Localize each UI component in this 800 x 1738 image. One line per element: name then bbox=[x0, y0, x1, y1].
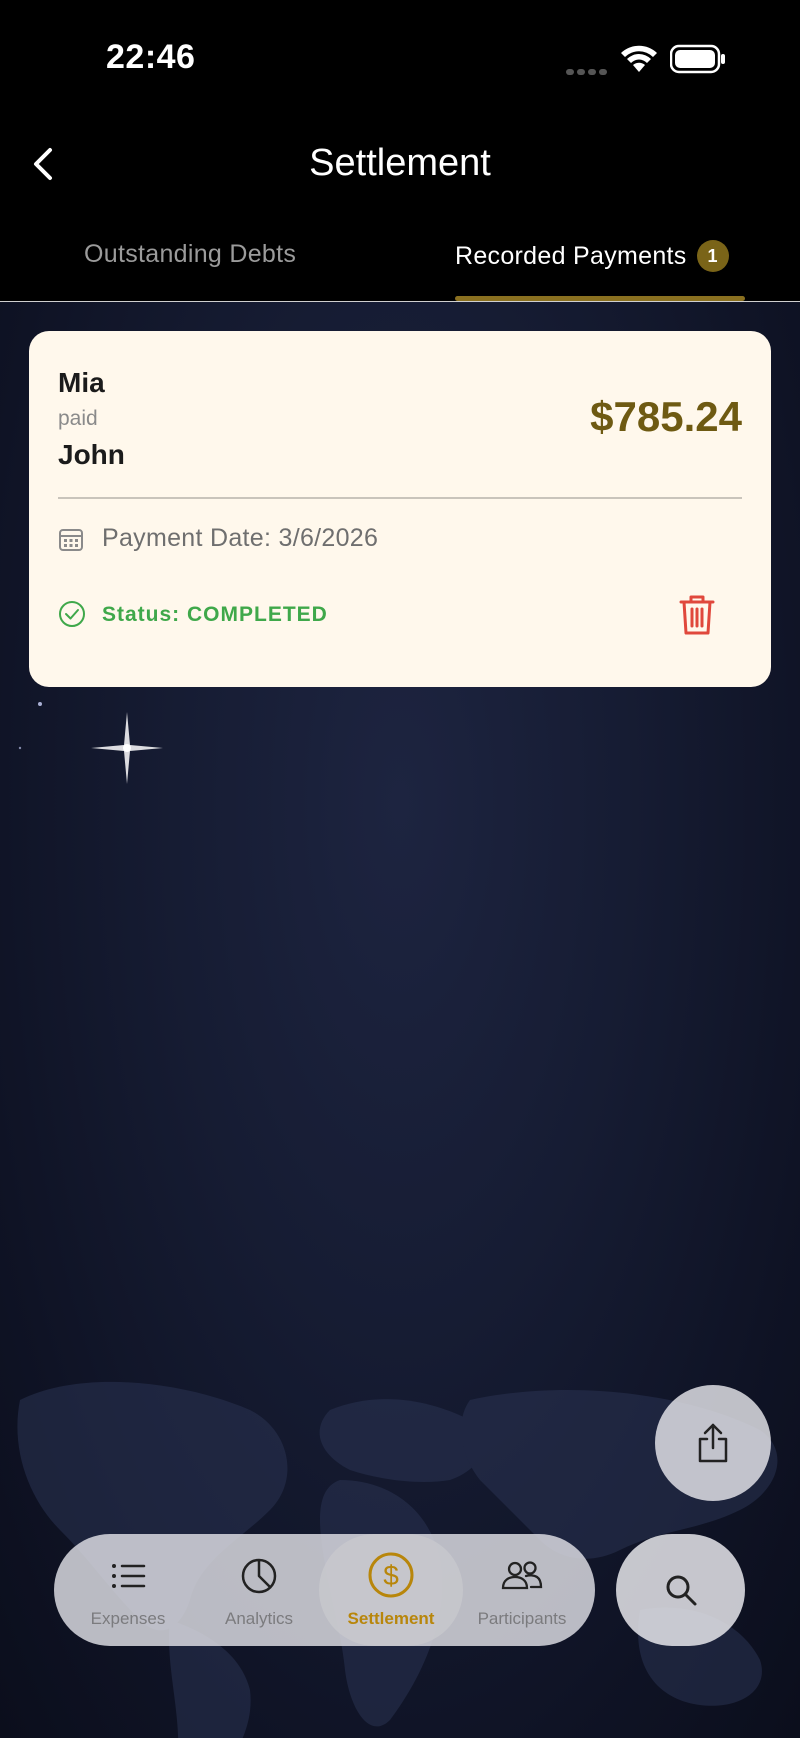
status-time: 22:46 bbox=[106, 38, 196, 76]
payment-amount: $785.24 bbox=[590, 393, 742, 440]
list-icon bbox=[112, 1564, 146, 1588]
payment-date: Payment Date: 3/6/2026 bbox=[102, 524, 379, 552]
trash-icon[interactable] bbox=[677, 593, 717, 637]
tab-label: Expenses bbox=[90, 1609, 166, 1628]
sparkle-star bbox=[91, 712, 163, 784]
tab-analytics[interactable]: Analytics bbox=[194, 1534, 324, 1646]
tab-participants[interactable]: Participants bbox=[454, 1534, 590, 1646]
tab-expenses[interactable]: Expenses bbox=[63, 1534, 193, 1646]
paid-label: paid bbox=[58, 407, 98, 430]
payer-name: Mia bbox=[58, 367, 105, 398]
tab-settlement[interactable]: $ Settlement bbox=[319, 1534, 463, 1646]
page-title: Settlement bbox=[309, 142, 491, 184]
status-badge: Status: COMPLETED bbox=[102, 603, 328, 626]
bottom-tab-bar: Expenses Analytics $ Settlement Particip… bbox=[54, 1534, 595, 1646]
svg-text:$: $ bbox=[383, 1560, 399, 1591]
navigation-bar: Settlement bbox=[0, 110, 800, 210]
tab-outstanding-debts[interactable]: Outstanding Debts bbox=[84, 240, 296, 269]
tab-recorded-payments[interactable]: Recorded Payments 1 bbox=[455, 240, 729, 272]
payee-name: John bbox=[58, 439, 125, 470]
card-divider bbox=[58, 497, 742, 499]
people-icon bbox=[501, 1561, 543, 1590]
cellular-signal-icon bbox=[566, 62, 610, 80]
segment-tabs: Outstanding Debts Recorded Payments 1 bbox=[0, 210, 800, 302]
tab-label: Participants bbox=[477, 1609, 567, 1628]
status-bar: 22:46 bbox=[0, 0, 800, 110]
search-icon bbox=[666, 1575, 696, 1606]
count-badge: 1 bbox=[696, 240, 729, 272]
calendar-icon bbox=[59, 529, 83, 551]
check-circle-icon bbox=[59, 601, 85, 627]
share-button[interactable] bbox=[655, 1385, 771, 1501]
tab-label: Settlement bbox=[347, 1609, 435, 1628]
payment-card[interactable]: Mia paid John $785.24 Payment Date: 3/6/… bbox=[29, 331, 771, 687]
dollar-circle-icon: $ bbox=[368, 1552, 414, 1598]
app-screen: 22:46 Settlement Outstanding Debts Recor… bbox=[0, 0, 800, 1738]
tab-label: Analytics bbox=[224, 1609, 294, 1628]
tab-recorded-label: Recorded Payments bbox=[455, 242, 687, 270]
wifi-icon bbox=[621, 45, 657, 72]
search-button[interactable] bbox=[616, 1534, 745, 1646]
share-icon bbox=[698, 1423, 728, 1463]
battery-icon bbox=[670, 44, 725, 74]
pie-chart-icon bbox=[241, 1558, 277, 1594]
active-tab-indicator bbox=[455, 296, 745, 301]
